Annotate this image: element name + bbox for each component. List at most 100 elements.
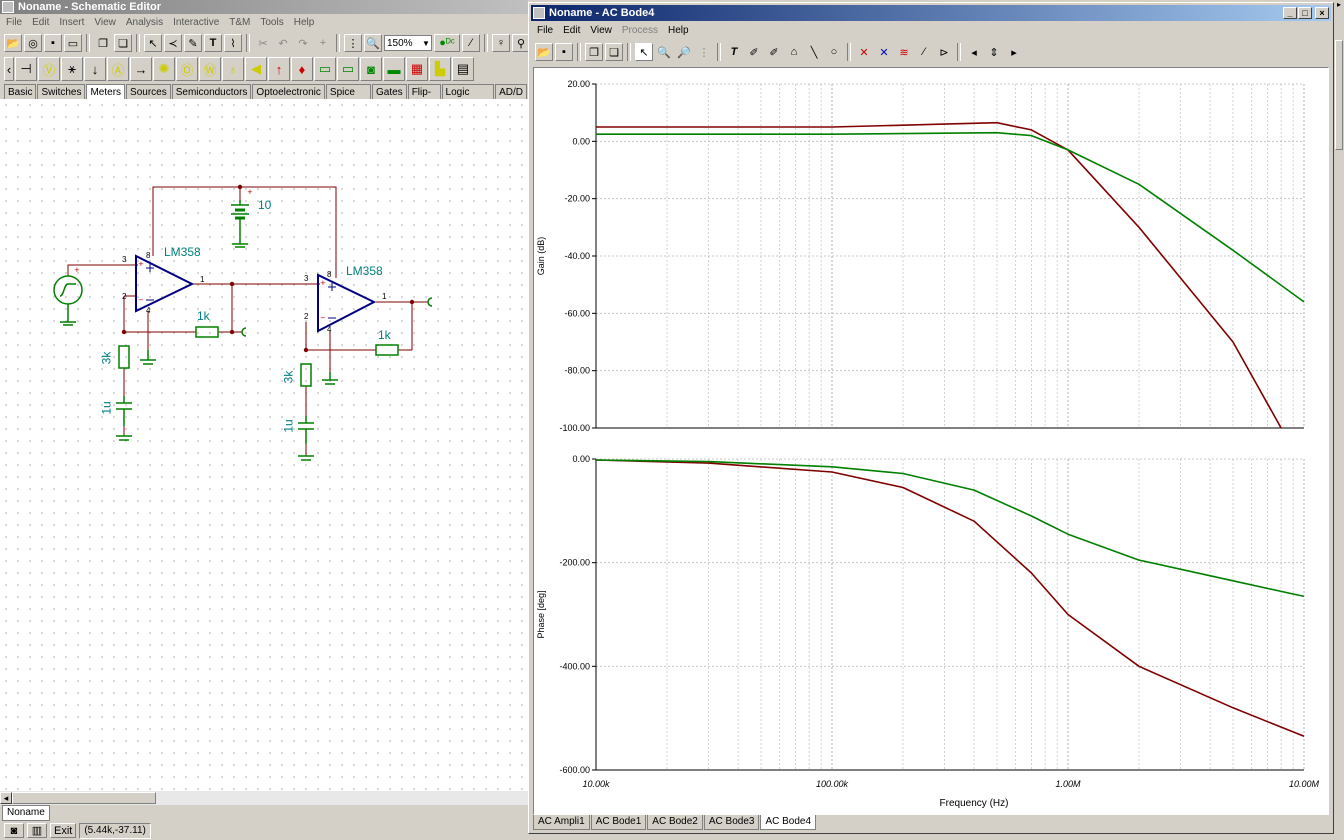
polyline-icon[interactable]: ⌂ bbox=[785, 43, 803, 61]
grid-icon[interactable]: ⋮ bbox=[344, 34, 362, 52]
menu-tm[interactable]: T&M bbox=[229, 17, 250, 28]
cat-meters[interactable]: Meters bbox=[86, 84, 126, 100]
bode-menu-view[interactable]: View bbox=[590, 25, 612, 36]
menu-edit[interactable]: Edit bbox=[32, 17, 49, 28]
tab-ac-bode1[interactable]: AC Bode1 bbox=[590, 815, 647, 830]
scope-2-comp-icon[interactable]: ▭ bbox=[337, 57, 359, 81]
cat-gates[interactable]: Gates bbox=[372, 84, 407, 100]
bode-plot-area[interactable]: 20.00 0.00 -20.00 -40.00 -60.00 -80.00 -100.00… bbox=[533, 67, 1329, 815]
zoom-out-icon[interactable]: 🔎 bbox=[675, 43, 693, 61]
save-icon[interactable]: ▪ bbox=[44, 34, 62, 52]
menu-file[interactable]: File bbox=[6, 17, 22, 28]
vertical-scrollbar[interactable]: ▸ bbox=[1334, 0, 1344, 840]
cat-switches[interactable]: Switches bbox=[37, 84, 86, 100]
cat-flip-flops[interactable]: Flip-flops bbox=[407, 84, 441, 111]
cat-basic[interactable]: Basic bbox=[4, 84, 37, 100]
scroll-right-arrow-icon[interactable]: ▸ bbox=[1334, 0, 1344, 14]
camera-icon[interactable]: ◙ bbox=[4, 823, 24, 838]
bode-menu-process[interactable]: Process bbox=[622, 25, 658, 36]
cat-adda[interactable]: AD/D bbox=[495, 84, 527, 100]
schematic-canvas[interactable]: + − + − + + 10 LM358 LM358 1k 1k 3k 3k 1u 1… bbox=[0, 99, 528, 791]
move-updown-icon[interactable]: ⇕ bbox=[985, 43, 1003, 61]
probe-icon[interactable]: ⁄ bbox=[462, 34, 480, 52]
logic-comp-icon[interactable]: ▙ bbox=[429, 57, 451, 81]
cut-icon[interactable]: ✂ bbox=[254, 34, 272, 52]
flag-icon[interactable]: ⊳ bbox=[935, 43, 953, 61]
ground-comp-icon[interactable]: ⊣ bbox=[15, 57, 37, 81]
menu-analysis[interactable]: Analysis bbox=[126, 17, 163, 28]
tab-ac-bode2[interactable]: AC Bode2 bbox=[647, 815, 703, 830]
save-icon[interactable]: ▪ bbox=[555, 43, 573, 61]
undo-icon[interactable]: ↶ bbox=[274, 34, 292, 52]
current-arrow-comp-icon[interactable]: → bbox=[130, 57, 152, 81]
lcd-comp-icon[interactable]: ▦ bbox=[406, 57, 428, 81]
scroll-left-icon[interactable]: ‹ bbox=[4, 57, 14, 81]
paste-icon[interactable]: ❏ bbox=[114, 34, 132, 52]
tab-ac-ampli1[interactable]: AC Ampli1 bbox=[533, 815, 590, 830]
probe-comp-icon[interactable]: ↑ bbox=[268, 57, 290, 81]
cat-spice-macros[interactable]: Spice Macros bbox=[325, 84, 371, 111]
counter-comp-icon[interactable]: ▤ bbox=[452, 57, 474, 81]
redo-icon[interactable]: ↷ bbox=[294, 34, 312, 52]
meter-icon[interactable]: ♀ bbox=[492, 34, 510, 52]
paste-icon[interactable]: ❏ bbox=[605, 43, 623, 61]
copy-icon[interactable]: ❐ bbox=[94, 34, 112, 52]
ohmmeter-comp-icon[interactable]: Ⓞ bbox=[176, 57, 198, 81]
circle-icon[interactable]: ○ bbox=[825, 43, 843, 61]
wattmeter-comp-icon[interactable]: Ⓦ bbox=[199, 57, 221, 81]
cat-logic-ics[interactable]: Logic ICs-MCUs bbox=[441, 84, 495, 124]
vscroll-thumb[interactable] bbox=[1335, 40, 1343, 150]
close-icon[interactable]: × bbox=[1315, 7, 1329, 19]
bode-titlebar[interactable]: Noname - AC Bode4 _ □ × bbox=[531, 5, 1331, 21]
scope-3-comp-icon[interactable]: ◙ bbox=[360, 57, 382, 81]
open-icon[interactable]: 📂 bbox=[535, 43, 553, 61]
tab-ac-bode3[interactable]: AC Bode3 bbox=[703, 815, 760, 830]
cursor-b-icon[interactable]: ✕ bbox=[875, 43, 893, 61]
speaker-comp-icon[interactable]: ◀ bbox=[245, 57, 267, 81]
pointer-icon[interactable]: ↖ bbox=[144, 34, 162, 52]
scrollbar-thumb[interactable] bbox=[12, 792, 156, 804]
cat-sources[interactable]: Sources bbox=[126, 84, 171, 100]
dc-analysis-icon[interactable]: ●ᴰᶜ bbox=[434, 34, 460, 52]
zoom-in-icon[interactable]: 🔍 bbox=[655, 43, 673, 61]
probe-red-comp-icon[interactable]: ♦ bbox=[291, 57, 313, 81]
marker-icon[interactable]: ⁄ bbox=[915, 43, 933, 61]
zoom-icon[interactable]: 🔍 bbox=[364, 34, 382, 52]
bode-menu-file[interactable]: File bbox=[537, 25, 553, 36]
arrow-down-comp-icon[interactable]: ↓ bbox=[84, 57, 106, 81]
pointer-icon[interactable]: ↖ bbox=[635, 43, 653, 61]
minimize-icon[interactable]: _ bbox=[1283, 7, 1297, 19]
cat-optoelectronic[interactable]: Optoelectronic bbox=[252, 84, 325, 100]
bode-menu-edit[interactable]: Edit bbox=[563, 25, 580, 36]
menu-interactive[interactable]: Interactive bbox=[173, 17, 219, 28]
zap-icon[interactable]: ⌇ bbox=[224, 34, 242, 52]
wire-icon[interactable]: ≺ bbox=[164, 34, 182, 52]
menu-view[interactable]: View bbox=[94, 17, 116, 28]
globe-icon[interactable]: ◎ bbox=[24, 34, 42, 52]
maximize-icon[interactable]: □ bbox=[1298, 7, 1312, 19]
lamp-comp-icon[interactable]: ♁ bbox=[222, 57, 244, 81]
open-icon[interactable]: 📂 bbox=[4, 34, 22, 52]
grid-icon[interactable]: ⋮ bbox=[695, 43, 713, 61]
cat-semiconductors[interactable]: Semiconductors bbox=[171, 84, 252, 100]
move-right-icon[interactable]: ▸ bbox=[1005, 43, 1023, 61]
voltmeter-comp-icon[interactable]: Ⓥ bbox=[38, 57, 60, 81]
text-icon[interactable]: T bbox=[204, 34, 222, 52]
schematic-titlebar[interactable]: Noname - Schematic Editor bbox=[0, 0, 528, 14]
exit-button[interactable]: Exit bbox=[50, 823, 77, 838]
open-folder-icon[interactable]: ▭ bbox=[64, 34, 82, 52]
bode-menu-help[interactable]: Help bbox=[668, 25, 689, 36]
menu-help[interactable]: Help bbox=[294, 17, 315, 28]
copy-icon[interactable]: ❐ bbox=[585, 43, 603, 61]
pen-2-icon[interactable]: ✐ bbox=[765, 43, 783, 61]
pen-icon[interactable]: ✐ bbox=[745, 43, 763, 61]
sheet-tab-noname[interactable]: Noname bbox=[2, 805, 50, 821]
line-icon[interactable]: ╲ bbox=[805, 43, 823, 61]
switch-comp-icon[interactable]: ⚹ bbox=[61, 57, 83, 81]
horizontal-scrollbar[interactable]: ◂ bbox=[0, 791, 528, 805]
move-left-icon[interactable]: ◂ bbox=[965, 43, 983, 61]
text-icon[interactable]: T bbox=[725, 43, 743, 61]
scroll-left-arrow-icon[interactable]: ◂ bbox=[0, 792, 12, 804]
voltmeter-2-comp-icon[interactable]: ✺ bbox=[153, 57, 175, 81]
tab-ac-bode4[interactable]: AC Bode4 bbox=[760, 815, 817, 830]
